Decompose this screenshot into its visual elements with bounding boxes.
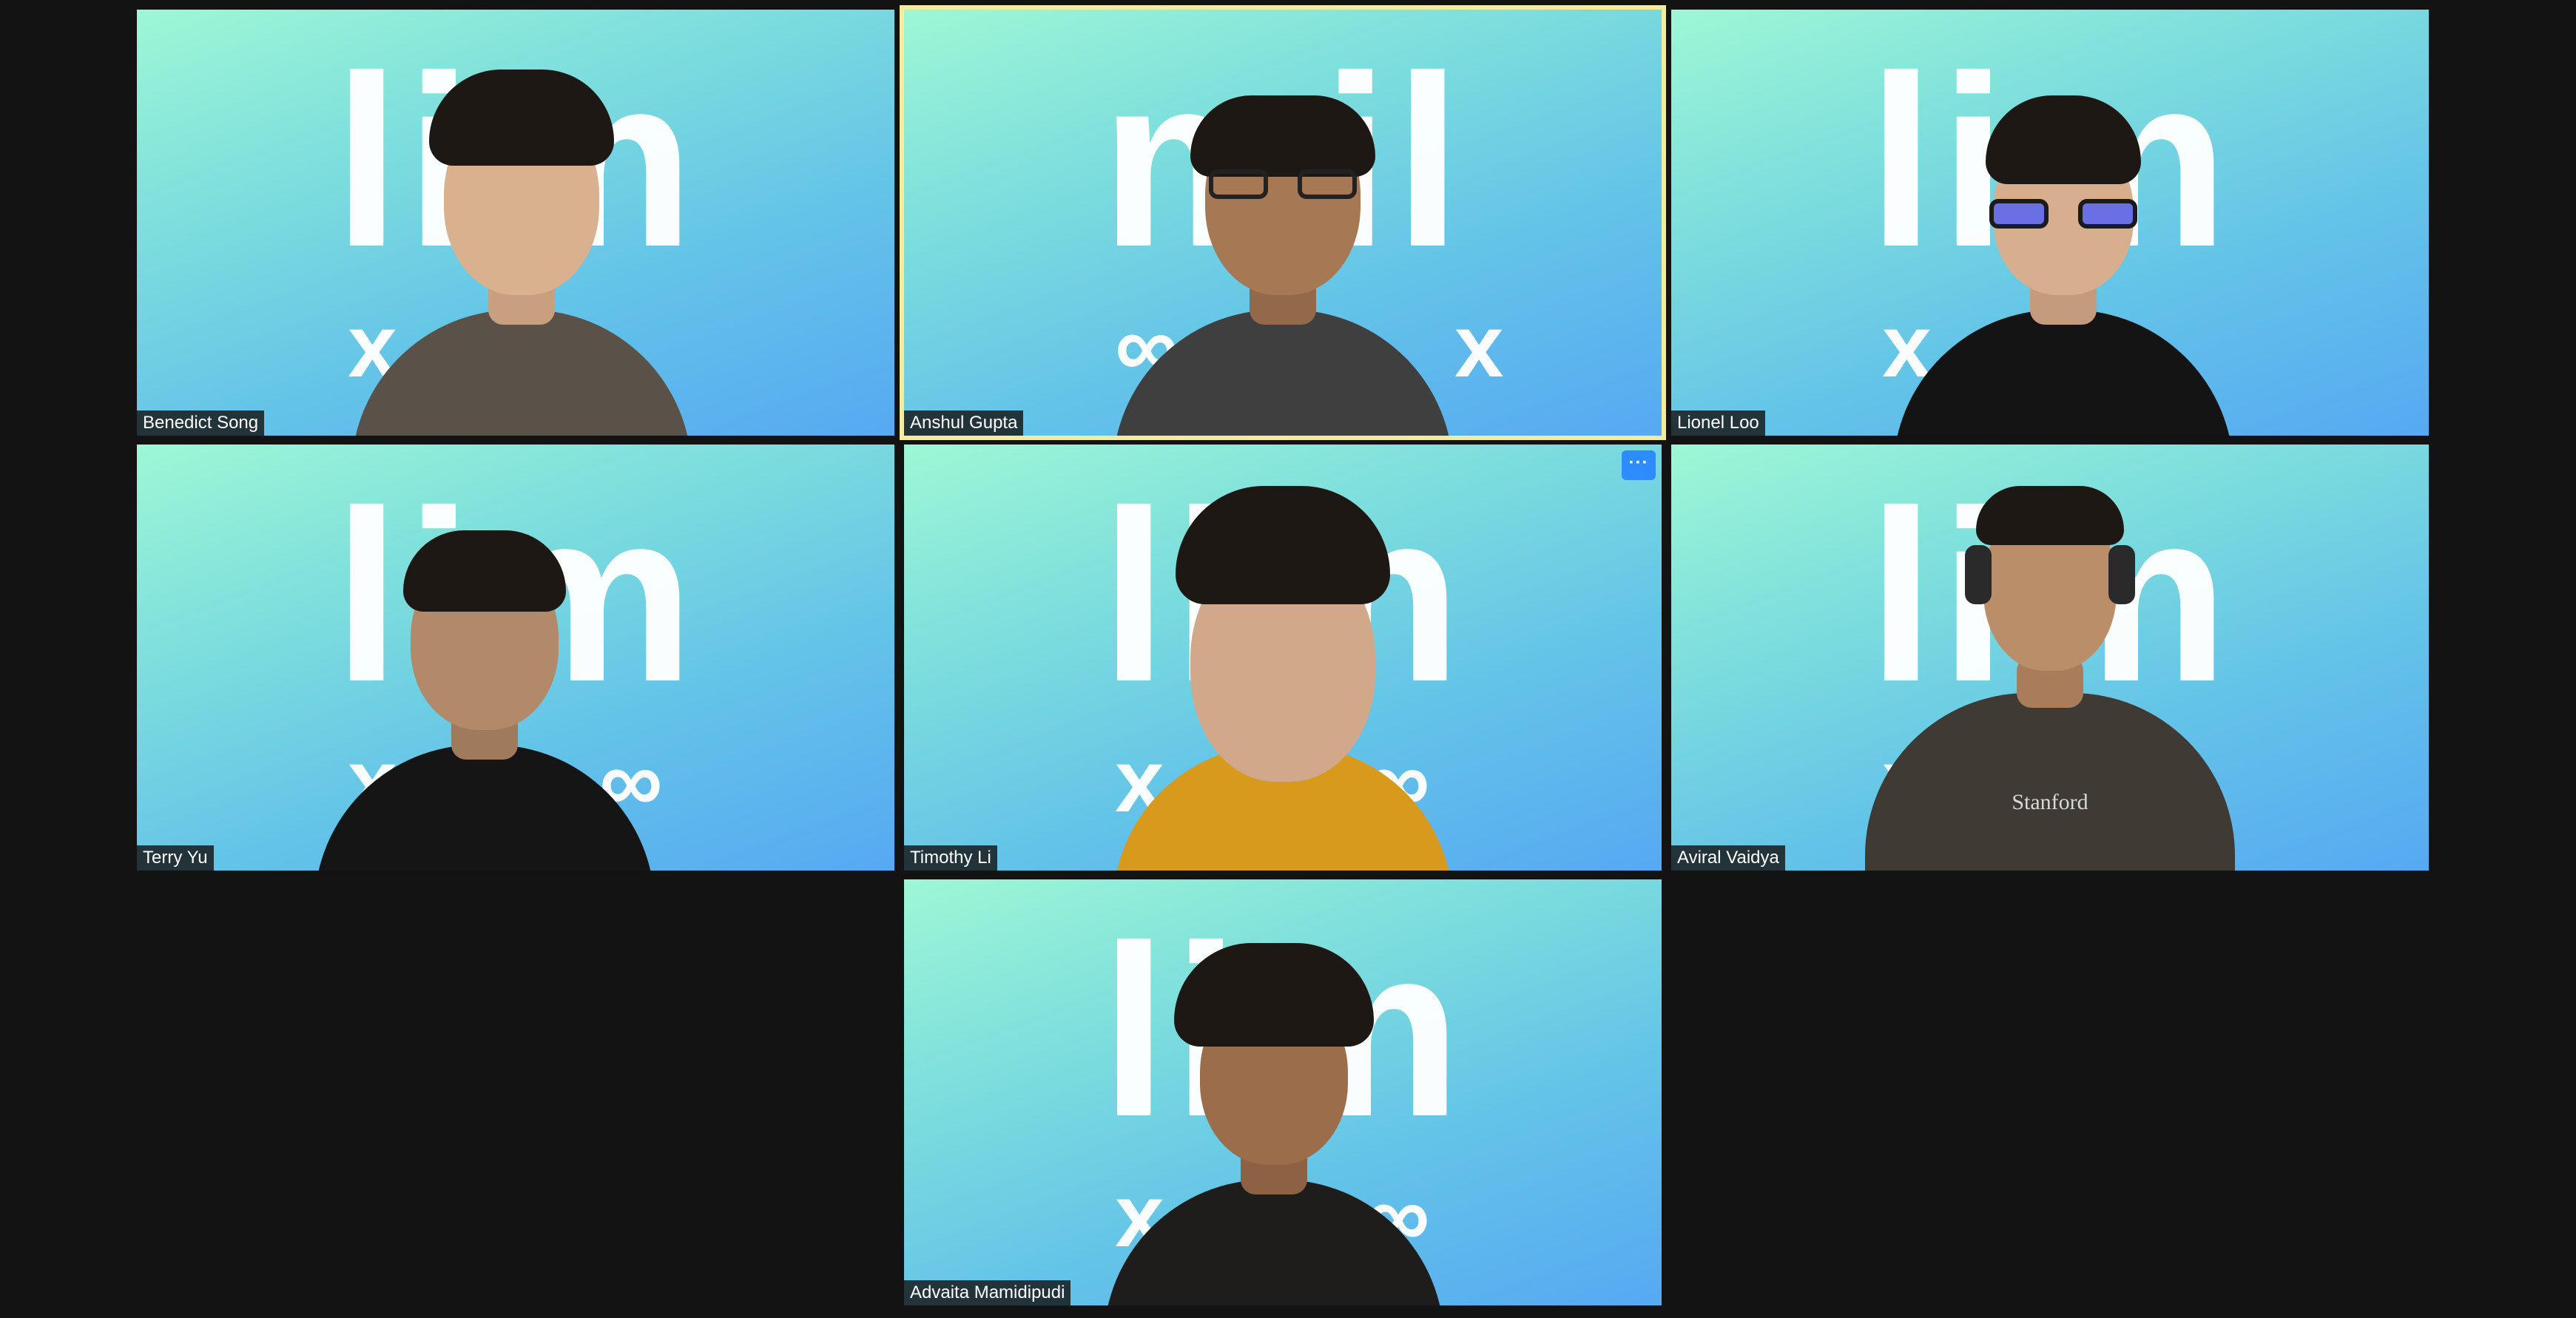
video-tile-terry-yu[interactable]: lim x ∞ Terry Yu (137, 445, 894, 871)
video-tile-benedict-song[interactable]: lim x Benedict Song (137, 10, 894, 436)
participant-video (329, 51, 714, 436)
participant-name-label: Anshul Gupta (904, 410, 1024, 436)
shirt-print-text: Stanford (2012, 790, 2088, 814)
participant-video: Stanford (1858, 486, 2242, 871)
participant-name-label: Terry Yu (137, 845, 214, 871)
participant-name-label: Advaita Mamidipudi (904, 1280, 1071, 1305)
more-options-button[interactable]: ··· (1622, 450, 1656, 480)
participant-video (1090, 51, 1475, 436)
participant-name-label: Benedict Song (137, 410, 265, 436)
video-tile-advaita-mamidipudi[interactable]: lim x ∞ Advaita Mamidipudi (904, 879, 1662, 1305)
participant-name-label: Timothy Li (904, 845, 997, 871)
participant-video (1090, 486, 1475, 871)
participant-video (292, 486, 677, 871)
participant-video (1082, 921, 1466, 1305)
video-tile-lionel-loo[interactable]: lim x Lionel Loo (1671, 10, 2429, 436)
participant-name-label: Lionel Loo (1671, 410, 1765, 436)
participant-video (1871, 51, 2256, 436)
video-tile-anshul-gupta[interactable]: mil ∞ x Anshul Gupta (900, 5, 1666, 440)
participant-name-label: Aviral Vaidya (1671, 845, 1785, 871)
video-tile-timothy-li[interactable]: lim x ∞ ··· Timothy Li (904, 445, 1662, 871)
gallery-view: lim x Benedict Song mil ∞ x Anshul Gupta… (0, 0, 2576, 1318)
video-tile-aviral-vaidya[interactable]: lim x Stanford Aviral Vaidya (1671, 445, 2429, 871)
